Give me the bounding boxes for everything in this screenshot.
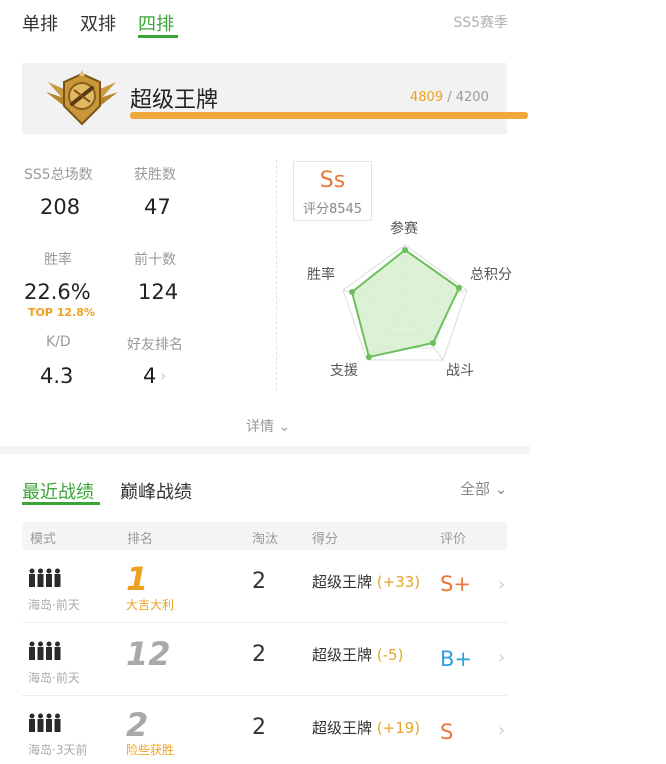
rank-points-max: 4200 <box>455 90 489 105</box>
rank-points-separator: / <box>447 90 452 105</box>
squad-icon <box>28 568 62 592</box>
row-kills: 2 <box>252 569 266 594</box>
stat-value-friend-rank[interactable]: 4 <box>143 364 156 388</box>
stat-label-wins: 获胜数 <box>134 167 176 183</box>
chevron-right-icon: › <box>160 366 167 385</box>
row-rank: 1 <box>126 560 149 598</box>
col-header-rank: 排名 <box>127 532 154 547</box>
stats-divider <box>276 160 277 390</box>
row-score: 超级王牌 (+19) <box>312 717 420 738</box>
details-label: 详情 <box>246 419 274 435</box>
chevron-right-icon: › <box>498 720 506 741</box>
row-score: 超级王牌 (+33) <box>312 571 420 592</box>
records-tab-indicator <box>22 502 100 505</box>
row-score-delta: (+33) <box>376 573 421 591</box>
radar-label-support: 支援 <box>330 363 358 379</box>
score-box: Ss 评分8545 <box>293 161 372 221</box>
chevron-down-icon: ⌄ <box>278 419 291 435</box>
col-header-mode: 模式 <box>30 532 57 547</box>
row-score-delta: (+19) <box>376 719 421 737</box>
rank-points: 4809 / 4200 <box>410 90 489 105</box>
row-score: 超级王牌 (-5) <box>312 644 403 665</box>
row-mode: 海岛·前天 <box>28 598 80 612</box>
rank-title: 超级王牌 <box>130 88 219 113</box>
row-grade: B+ <box>440 647 473 671</box>
radar-label-participation: 参赛 <box>390 221 418 237</box>
row-mode: 海岛·3天前 <box>28 743 88 757</box>
squad-icon <box>28 713 62 737</box>
row-rank: 2 <box>126 706 149 744</box>
row-score-delta: (-5) <box>376 646 404 664</box>
row-mode: 海岛·前天 <box>28 671 80 685</box>
stat-label-top10: 前十数 <box>134 252 176 268</box>
rank-progress-bar <box>130 112 528 119</box>
section-divider <box>0 446 530 454</box>
row-grade: S <box>440 720 454 744</box>
col-header-grade: 评价 <box>440 532 467 547</box>
tab-active-indicator <box>138 35 178 38</box>
stat-label-total-games: SS5总场数 <box>24 167 93 183</box>
chevron-down-icon: ⌄ <box>494 480 508 498</box>
details-toggle[interactable]: 详情 ⌄ <box>246 416 290 436</box>
stat-label-win-rate: 胜率 <box>44 252 72 268</box>
chevron-right-icon: › <box>498 647 506 668</box>
score-value: 评分8545 <box>302 202 363 217</box>
stat-value-total-games: 208 <box>40 195 81 219</box>
row-rank: 12 <box>126 635 171 673</box>
stat-value-kd: 4.3 <box>40 364 74 388</box>
score-grade: Ss <box>319 168 346 193</box>
col-header-score: 得分 <box>312 532 339 547</box>
stat-label-kd: K/D <box>46 334 71 350</box>
row-score-name: 超级王牌 <box>312 573 373 591</box>
row-score-name: 超级王牌 <box>312 646 373 664</box>
col-header-kills: 淘汰 <box>252 532 279 547</box>
filter-dropdown[interactable]: 全部 ⌄ <box>460 478 507 499</box>
rank-emblem-icon <box>44 68 120 130</box>
row-kills: 2 <box>252 642 266 667</box>
rank-points-current: 4809 <box>410 90 444 105</box>
squad-icon <box>28 641 62 665</box>
chevron-right-icon: › <box>498 574 506 595</box>
radar-chart <box>330 235 480 375</box>
win-rate-top-badge: TOP 12.8% <box>28 306 95 319</box>
season-selector[interactable]: SS5赛季 <box>453 12 508 32</box>
stat-value-top10: 124 <box>138 280 179 304</box>
radar-label-win-rate: 胜率 <box>307 267 335 283</box>
filter-label: 全部 <box>460 480 491 498</box>
stat-label-friend-rank: 好友排名 <box>127 337 183 353</box>
row-rank-note: 险些获胜 <box>126 743 175 757</box>
stat-value-win-rate: 22.6% <box>24 280 91 304</box>
stat-value-wins: 47 <box>144 195 171 219</box>
tab-squad[interactable]: 四排 <box>138 10 174 36</box>
radar-label-total-points: 总积分 <box>470 267 512 283</box>
row-score-name: 超级王牌 <box>312 719 373 737</box>
row-kills: 2 <box>252 715 266 740</box>
tab-solo[interactable]: 单排 <box>22 10 58 36</box>
row-rank-note: 大吉大利 <box>126 598 175 612</box>
radar-label-combat: 战斗 <box>446 363 474 379</box>
tab-peak-records[interactable]: 巅峰战绩 <box>120 478 192 504</box>
tab-recent-records[interactable]: 最近战绩 <box>22 478 94 504</box>
tab-duo[interactable]: 双排 <box>80 10 116 36</box>
row-grade: S+ <box>440 572 471 596</box>
